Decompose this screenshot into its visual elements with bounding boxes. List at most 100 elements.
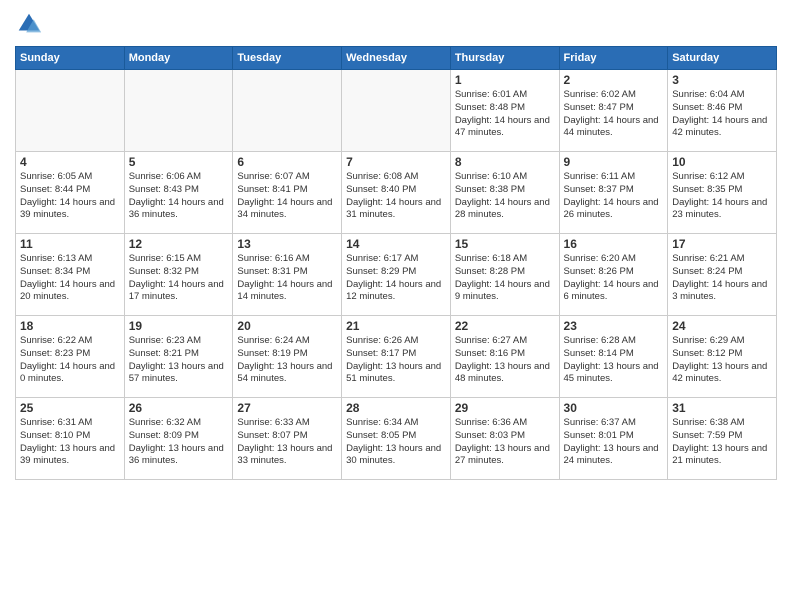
weekday-header-wednesday: Wednesday: [342, 47, 451, 70]
weekday-header-sunday: Sunday: [16, 47, 125, 70]
calendar-cell: 4 Sunrise: 6:05 AMSunset: 8:44 PMDaylight…: [16, 152, 125, 234]
day-number: 24: [672, 319, 772, 333]
day-number: 23: [564, 319, 664, 333]
day-number: 11: [20, 237, 120, 251]
calendar-cell: 10Sunrise: 6:12 AMSunset: 8:35 PMDayligh…: [668, 152, 777, 234]
calendar-cell: 3Sunrise: 6:04 AMSunset: 8:46 PMDaylight…: [668, 70, 777, 152]
calendar-cell: 5Sunrise: 6:06 AMSunset: 8:43 PMDaylight…: [124, 152, 233, 234]
week-row-2: 4 Sunrise: 6:05 AMSunset: 8:44 PMDaylight…: [16, 152, 777, 234]
calendar-cell: 18 Sunrise: 6:22 AMSunset: 8:23 PMDayligh…: [16, 316, 125, 398]
day-info: Sunrise: 6:34 AMSunset: 8:05 PMDaylight:…: [346, 417, 446, 468]
day-info: Sunrise: 6:15 AMSunset: 8:32 PMDaylight:…: [129, 253, 229, 304]
day-info: Sunrise: 6:01 AMSunset: 8:48 PMDaylight:…: [455, 89, 555, 140]
calendar-cell: [16, 70, 125, 152]
day-number: 15: [455, 237, 555, 251]
calendar-cell: 23 Sunrise: 6:28 AMSunset: 8:14 PMDayligh…: [559, 316, 668, 398]
calendar-cell: 28 Sunrise: 6:34 AMSunset: 8:05 PMDayligh…: [342, 398, 451, 480]
day-info: Sunrise: 6:17 AMSunset: 8:29 PMDaylight:…: [346, 253, 446, 304]
day-info: Sunrise: 6:10 AMSunset: 8:38 PMDaylight:…: [455, 171, 555, 222]
day-number: 8: [455, 155, 555, 169]
calendar-cell: 15Sunrise: 6:18 AMSunset: 8:28 PMDayligh…: [450, 234, 559, 316]
calendar-cell: 17Sunrise: 6:21 AMSunset: 8:24 PMDayligh…: [668, 234, 777, 316]
day-number: 3: [672, 73, 772, 87]
day-number: 27: [237, 401, 337, 415]
calendar-cell: 8 Sunrise: 6:10 AMSunset: 8:38 PMDaylight…: [450, 152, 559, 234]
weekday-header-friday: Friday: [559, 47, 668, 70]
day-info: Sunrise: 6:27 AMSunset: 8:16 PMDaylight:…: [455, 335, 555, 386]
day-info: Sunrise: 6:36 AMSunset: 8:03 PMDaylight:…: [455, 417, 555, 468]
day-info: Sunrise: 6:28 AMSunset: 8:14 PMDaylight:…: [564, 335, 664, 386]
weekday-header-monday: Monday: [124, 47, 233, 70]
day-number: 7: [346, 155, 446, 169]
day-info: Sunrise: 6:29 AMSunset: 8:12 PMDaylight:…: [672, 335, 772, 386]
calendar-cell: 27 Sunrise: 6:33 AMSunset: 8:07 PMDayligh…: [233, 398, 342, 480]
calendar-cell: 29 Sunrise: 6:36 AMSunset: 8:03 PMDayligh…: [450, 398, 559, 480]
calendar-cell: [233, 70, 342, 152]
logo: [15, 10, 47, 38]
day-number: 28: [346, 401, 446, 415]
day-info: Sunrise: 6:38 AMSunset: 7:59 PMDaylight:…: [672, 417, 772, 468]
calendar-cell: [342, 70, 451, 152]
day-number: 1: [455, 73, 555, 87]
calendar-cell: 20 Sunrise: 6:24 AMSunset: 8:19 PMDayligh…: [233, 316, 342, 398]
calendar-cell: 31 Sunrise: 6:38 AMSunset: 7:59 PMDayligh…: [668, 398, 777, 480]
calendar-cell: 19Sunrise: 6:23 AMSunset: 8:21 PMDayligh…: [124, 316, 233, 398]
day-number: 25: [20, 401, 120, 415]
day-number: 21: [346, 319, 446, 333]
week-row-3: 11 Sunrise: 6:13 AMSunset: 8:34 PMDayligh…: [16, 234, 777, 316]
day-number: 2: [564, 73, 664, 87]
day-number: 19: [129, 319, 229, 333]
weekday-header-thursday: Thursday: [450, 47, 559, 70]
header: [15, 10, 777, 38]
day-info: Sunrise: 6:22 AMSunset: 8:23 PMDaylight:…: [20, 335, 120, 386]
day-number: 17: [672, 237, 772, 251]
calendar-cell: [124, 70, 233, 152]
calendar-cell: 1 Sunrise: 6:01 AMSunset: 8:48 PMDaylight…: [450, 70, 559, 152]
calendar-cell: 14 Sunrise: 6:17 AMSunset: 8:29 PMDayligh…: [342, 234, 451, 316]
weekday-header-tuesday: Tuesday: [233, 47, 342, 70]
logo-icon: [15, 10, 43, 38]
day-number: 14: [346, 237, 446, 251]
day-number: 20: [237, 319, 337, 333]
calendar-cell: 16 Sunrise: 6:20 AMSunset: 8:26 PMDayligh…: [559, 234, 668, 316]
day-info: Sunrise: 6:05 AMSunset: 8:44 PMDaylight:…: [20, 171, 120, 222]
day-number: 30: [564, 401, 664, 415]
day-info: Sunrise: 6:13 AMSunset: 8:34 PMDaylight:…: [20, 253, 120, 304]
calendar-cell: 6Sunrise: 6:07 AMSunset: 8:41 PMDaylight…: [233, 152, 342, 234]
day-info: Sunrise: 6:32 AMSunset: 8:09 PMDaylight:…: [129, 417, 229, 468]
calendar-cell: 26 Sunrise: 6:32 AMSunset: 8:09 PMDayligh…: [124, 398, 233, 480]
day-number: 18: [20, 319, 120, 333]
day-number: 9: [564, 155, 664, 169]
calendar-cell: 24 Sunrise: 6:29 AMSunset: 8:12 PMDayligh…: [668, 316, 777, 398]
day-info: Sunrise: 6:24 AMSunset: 8:19 PMDaylight:…: [237, 335, 337, 386]
day-info: Sunrise: 6:06 AMSunset: 8:43 PMDaylight:…: [129, 171, 229, 222]
day-info: Sunrise: 6:08 AMSunset: 8:40 PMDaylight:…: [346, 171, 446, 222]
day-number: 22: [455, 319, 555, 333]
day-info: Sunrise: 6:37 AMSunset: 8:01 PMDaylight:…: [564, 417, 664, 468]
calendar-cell: 13 Sunrise: 6:16 AMSunset: 8:31 PMDayligh…: [233, 234, 342, 316]
day-info: Sunrise: 6:02 AMSunset: 8:47 PMDaylight:…: [564, 89, 664, 140]
day-number: 12: [129, 237, 229, 251]
day-info: Sunrise: 6:26 AMSunset: 8:17 PMDaylight:…: [346, 335, 446, 386]
day-info: Sunrise: 6:16 AMSunset: 8:31 PMDaylight:…: [237, 253, 337, 304]
day-number: 31: [672, 401, 772, 415]
day-number: 29: [455, 401, 555, 415]
calendar-cell: 7 Sunrise: 6:08 AMSunset: 8:40 PMDaylight…: [342, 152, 451, 234]
day-info: Sunrise: 6:12 AMSunset: 8:35 PMDaylight:…: [672, 171, 772, 222]
calendar-cell: 2 Sunrise: 6:02 AMSunset: 8:47 PMDaylight…: [559, 70, 668, 152]
calendar-cell: 22 Sunrise: 6:27 AMSunset: 8:16 PMDayligh…: [450, 316, 559, 398]
day-number: 4: [20, 155, 120, 169]
day-info: Sunrise: 6:33 AMSunset: 8:07 PMDaylight:…: [237, 417, 337, 468]
calendar-cell: 30 Sunrise: 6:37 AMSunset: 8:01 PMDayligh…: [559, 398, 668, 480]
day-info: Sunrise: 6:11 AMSunset: 8:37 PMDaylight:…: [564, 171, 664, 222]
day-number: 13: [237, 237, 337, 251]
calendar-cell: 25Sunrise: 6:31 AMSunset: 8:10 PMDayligh…: [16, 398, 125, 480]
weekday-header-row: SundayMondayTuesdayWednesdayThursdayFrid…: [16, 47, 777, 70]
day-number: 16: [564, 237, 664, 251]
week-row-5: 25Sunrise: 6:31 AMSunset: 8:10 PMDayligh…: [16, 398, 777, 480]
day-number: 26: [129, 401, 229, 415]
day-number: 6: [237, 155, 337, 169]
calendar-cell: 12 Sunrise: 6:15 AMSunset: 8:32 PMDayligh…: [124, 234, 233, 316]
day-info: Sunrise: 6:20 AMSunset: 8:26 PMDaylight:…: [564, 253, 664, 304]
week-row-1: 1 Sunrise: 6:01 AMSunset: 8:48 PMDaylight…: [16, 70, 777, 152]
